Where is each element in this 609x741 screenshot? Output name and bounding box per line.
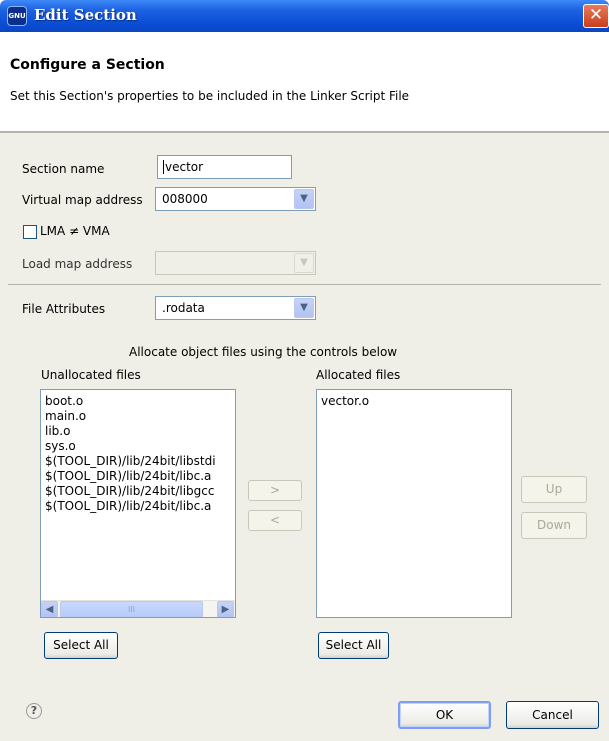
list-item[interactable]: lib.o — [45, 424, 70, 439]
unallocated-files-list[interactable]: boot.o main.o lib.o sys.o $(TOOL_DIR)/li… — [40, 389, 236, 618]
title-bar[interactable]: GNU Edit Section ✕ — [0, 0, 609, 32]
select-all-allocated-button[interactable]: Select All — [318, 632, 389, 659]
load-map-label: Load map address — [22, 257, 133, 271]
select-all-unallocated-button[interactable]: Select All — [44, 632, 118, 659]
add-button[interactable]: > — [248, 480, 302, 501]
list-item[interactable]: $(TOOL_DIR)/lib/24bit/libc.a — [45, 499, 211, 514]
remove-button[interactable]: < — [248, 510, 302, 531]
header-title: Configure a Section — [10, 57, 165, 73]
move-up-button[interactable]: Up — [521, 476, 587, 503]
list-item[interactable]: main.o — [45, 409, 86, 424]
lma-vma-label: LMA ≠ VMA — [40, 224, 110, 238]
section-name-input[interactable]: vector — [157, 155, 292, 179]
chevron-down-icon: ▼ — [294, 253, 314, 273]
list-item[interactable]: vector.o — [321, 394, 369, 409]
file-attributes-value: .rodata — [162, 301, 205, 315]
list-item[interactable]: sys.o — [45, 439, 76, 454]
unallocated-files-label: Unallocated files — [41, 368, 141, 382]
help-icon[interactable]: ? — [26, 703, 42, 719]
list-item[interactable]: boot.o — [45, 394, 83, 409]
virtual-map-value: 008000 — [162, 192, 208, 206]
cancel-button[interactable]: Cancel — [506, 701, 599, 729]
virtual-map-label: Virtual map address — [22, 193, 143, 207]
scroll-left-icon[interactable]: ◀ — [41, 601, 58, 617]
chevron-down-icon[interactable]: ▼ — [294, 298, 314, 318]
move-down-button[interactable]: Down — [521, 512, 587, 539]
allocated-files-list[interactable]: vector.o — [316, 389, 512, 618]
close-button[interactable]: ✕ — [583, 4, 609, 28]
window-title: Edit Section — [34, 6, 137, 24]
horizontal-scrollbar[interactable]: ◀ III ▶ — [41, 600, 235, 617]
file-attributes-label: File Attributes — [22, 302, 106, 316]
gnu-app-icon: GNU — [7, 6, 27, 26]
form-divider — [8, 284, 601, 285]
list-item[interactable]: $(TOOL_DIR)/lib/24bit/libc.a — [45, 469, 211, 484]
ok-button[interactable]: OK — [398, 701, 491, 729]
allocated-files-label: Allocated files — [316, 368, 401, 382]
list-item[interactable]: $(TOOL_DIR)/lib/24bit/libstdi — [45, 454, 216, 469]
section-name-value: vector — [163, 160, 204, 174]
header-description: Set this Section's properties to be incl… — [10, 89, 410, 103]
list-item[interactable]: $(TOOL_DIR)/lib/24bit/libgcc — [45, 484, 214, 499]
chevron-down-icon[interactable]: ▼ — [294, 189, 314, 209]
lma-vma-checkbox[interactable] — [23, 225, 37, 239]
virtual-map-combo[interactable]: 008000 ▼ — [155, 187, 316, 211]
scroll-right-icon[interactable]: ▶ — [217, 601, 234, 617]
load-map-combo: ▼ — [155, 251, 316, 275]
scroll-thumb[interactable]: III — [60, 601, 203, 617]
allocation-instruction: Allocate object files using the controls… — [129, 345, 398, 359]
dialog-header: Configure a Section Set this Section's p… — [0, 32, 609, 132]
file-attributes-combo[interactable]: .rodata ▼ — [155, 296, 316, 320]
section-name-label: Section name — [22, 162, 105, 176]
